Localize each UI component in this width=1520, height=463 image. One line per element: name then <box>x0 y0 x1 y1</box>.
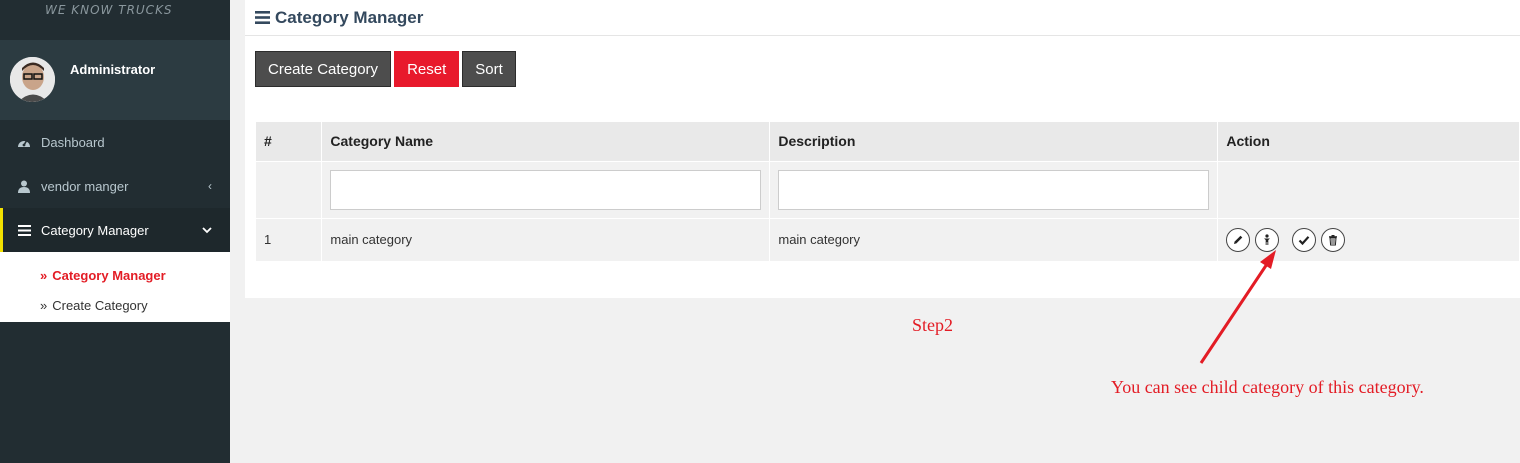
annotation-arrow <box>1199 250 1276 364</box>
